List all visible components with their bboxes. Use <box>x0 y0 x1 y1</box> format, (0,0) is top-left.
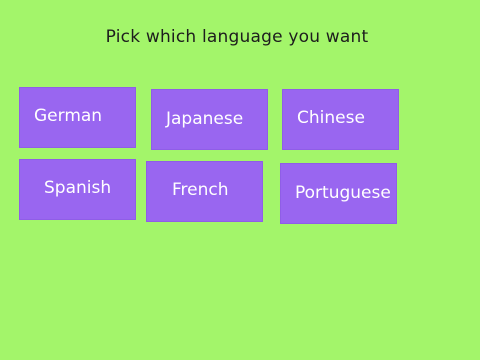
language-label: Japanese <box>166 109 244 129</box>
language-button-portuguese[interactable]: Portuguese <box>280 163 397 224</box>
language-label: Spanish <box>44 178 112 198</box>
language-button-chinese[interactable]: Chinese <box>282 89 399 150</box>
language-button-japanese[interactable]: Japanese <box>151 89 268 150</box>
language-label: German <box>34 106 103 126</box>
language-button-german[interactable]: German <box>19 87 136 148</box>
language-button-french[interactable]: French <box>146 161 263 222</box>
language-label: Chinese <box>297 108 365 128</box>
language-button-spanish[interactable]: Spanish <box>19 159 136 220</box>
language-options: German Japanese Chinese Spanish French P… <box>0 0 480 360</box>
language-label: French <box>172 180 229 200</box>
language-label: Portuguese <box>295 183 391 203</box>
